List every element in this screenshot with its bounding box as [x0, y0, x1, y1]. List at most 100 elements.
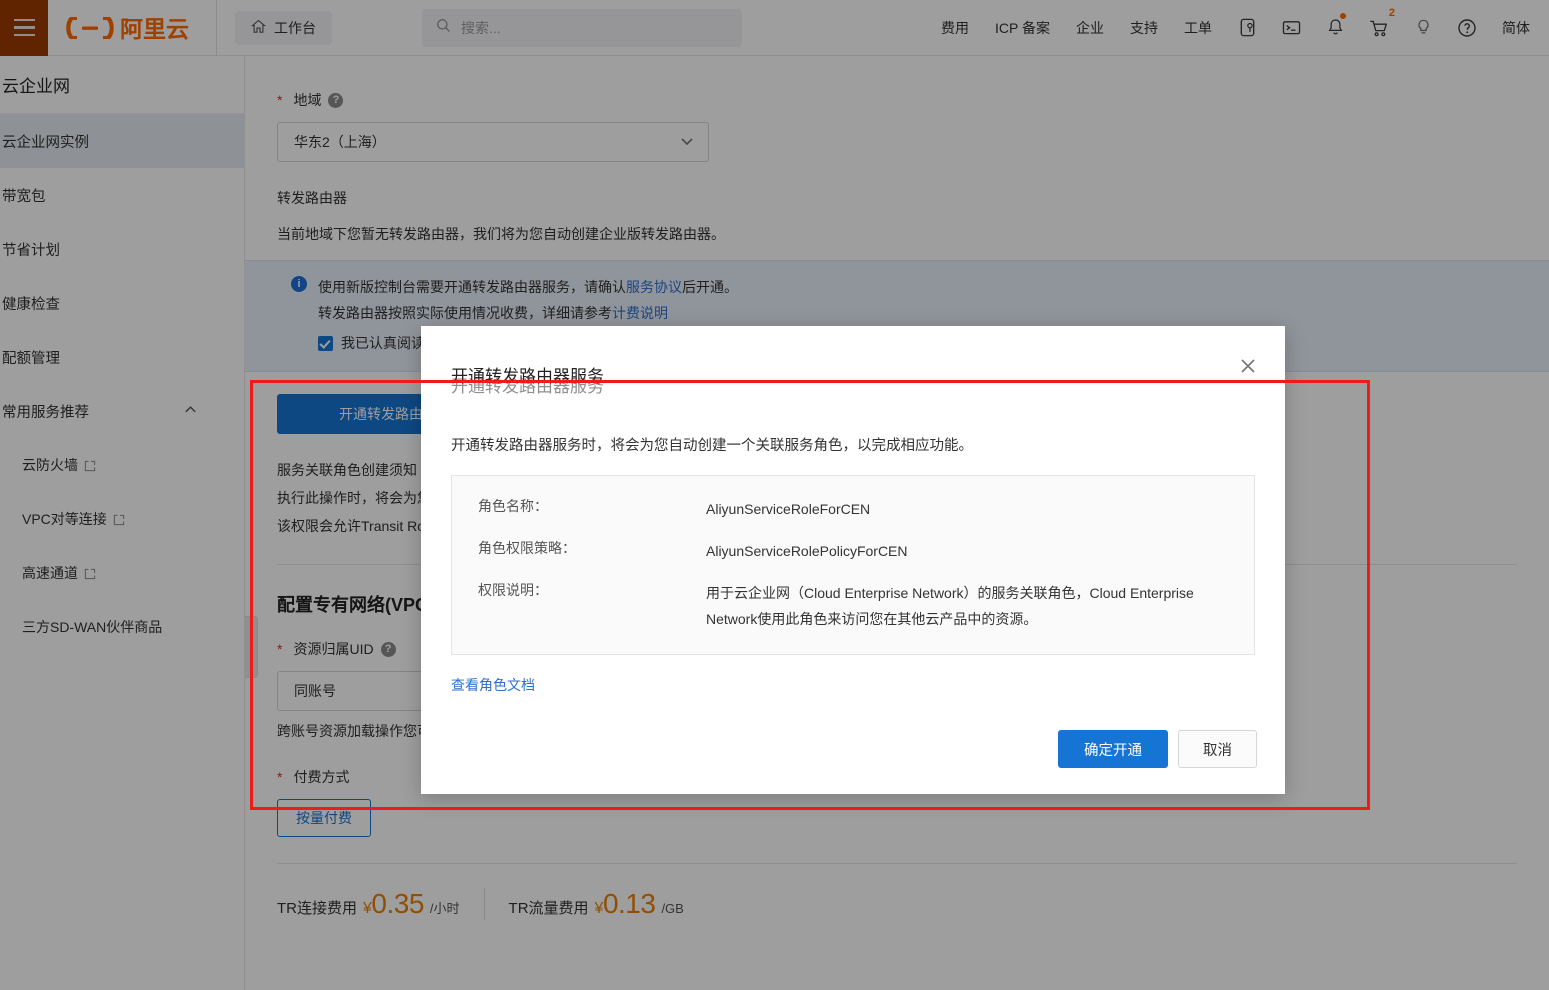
price-label: TR流量费用: [508, 900, 589, 917]
role-row-key: 权限说明：: [478, 582, 548, 598]
app-device-icon[interactable]: [1225, 0, 1269, 56]
view-role-doc-link[interactable]: 查看角色文档: [451, 675, 535, 695]
external-link-icon: [84, 567, 96, 580]
workbench-button[interactable]: 工作台: [235, 10, 332, 45]
left-sidebar: 云企业网 云企业网实例 带宽包 节省计划 健康检查 配额管理 常用服务推荐 云防…: [0, 56, 245, 990]
banner-line1-text-b: 后开通。: [682, 279, 738, 295]
bell-notification-icon[interactable]: [1313, 0, 1357, 56]
open-service-dialog: 开通转发路由器服务 开通转发路由器服务 开通转发路由器服务时，将会为您自动创建一…: [421, 326, 1285, 794]
billing-description-link[interactable]: 计费说明: [612, 305, 668, 321]
agreement-checkbox[interactable]: [318, 335, 333, 351]
role-row-value: 用于云企业网（Cloud Enterprise Network）的服务关联角色，…: [706, 585, 1194, 627]
price-summary-bar: TR连接费用 ¥0.35 /小时 TR流量费用 ¥0.13 /GB: [277, 863, 1517, 920]
required-marker: *: [277, 641, 283, 657]
role-row-key: 角色权限策略：: [478, 540, 576, 556]
language-switch[interactable]: 简体: [1489, 0, 1543, 56]
pay-option-pay-as-you-go[interactable]: 按量付费: [277, 799, 371, 837]
close-icon[interactable]: [1235, 353, 1261, 379]
price-label: TR连接费用: [277, 900, 357, 917]
role-info-row: 角色权限策略： AliyunServiceRolePolicyForCEN: [478, 538, 1228, 564]
header-nav-icp[interactable]: ICP 备案: [982, 0, 1063, 56]
role-info-row: 角色名称： AliyunServiceRoleForCEN: [478, 496, 1228, 522]
region-label-text: 地域: [293, 92, 322, 108]
price-unit: /小时: [429, 901, 460, 916]
region-select[interactable]: 华东2（上海）: [277, 122, 709, 162]
sidebar-item-label: 配额管理: [2, 350, 60, 367]
sidebar-item-bandwidth-package[interactable]: 带宽包: [0, 168, 244, 222]
search-input[interactable]: [461, 19, 728, 36]
aliyun-logo[interactable]: 阿里云: [48, 0, 217, 56]
header-nav-enterprise[interactable]: 企业: [1063, 0, 1117, 56]
banner-line1-text-a: 使用新版控制台需要开通转发路由器服务，请确认: [318, 279, 626, 295]
uid-label-text: 资源归属UID: [293, 641, 374, 657]
header-nav-ticket[interactable]: 工单: [1171, 0, 1225, 56]
header-nav-fee[interactable]: 费用: [928, 0, 982, 56]
lightbulb-idea-icon[interactable]: [1401, 0, 1445, 56]
sidebar-item-cen-instance[interactable]: 云企业网实例: [0, 114, 244, 168]
global-search[interactable]: [422, 8, 742, 47]
sidebar-item-health-check[interactable]: 健康检查: [0, 276, 244, 330]
sidebar-item-label: 健康检查: [2, 296, 60, 313]
region-field-label: * 地域 ?: [277, 90, 1517, 110]
service-agreement-link[interactable]: 服务协议: [626, 279, 682, 295]
chevron-left-icon: ‹: [249, 641, 253, 653]
help-tooltip-icon[interactable]: ?: [328, 92, 344, 108]
notification-badge-dot: [1340, 12, 1346, 19]
top-header: 阿里云 工作台 费用 ICP 备案 企业 支持 工单: [0, 0, 1549, 56]
pay-label-text: 付费方式: [293, 769, 350, 785]
external-link-icon: [84, 459, 96, 472]
sidebar-item-label: 云企业网实例: [2, 134, 89, 151]
tr-section-label: 转发路由器: [277, 190, 347, 206]
price-number: 0.13: [602, 888, 656, 919]
hamburger-icon[interactable]: [0, 0, 48, 56]
banner-line-1: 使用新版控制台需要开通转发路由器服务，请确认服务协议后开通。: [318, 274, 738, 300]
sidebar-item-cloud-firewall[interactable]: 云防火墙: [0, 438, 244, 492]
search-icon: [436, 18, 451, 38]
screen: 阿里云 工作台 费用 ICP 备案 企业 支持 工单: [0, 0, 1549, 990]
sidebar-collapse-handle[interactable]: ‹: [245, 616, 258, 678]
currency-symbol: ¥: [594, 900, 604, 917]
home-icon: [250, 19, 267, 37]
sidebar-sub-label: 云防火墙: [22, 457, 78, 473]
price-number: 0.35: [371, 888, 424, 919]
price-item-tr-traffic: TR流量费用 ¥0.13 /GB: [483, 888, 708, 920]
cart-badge-count: 2: [1388, 6, 1395, 19]
sidebar-group-recommended-services[interactable]: 常用服务推荐: [0, 384, 244, 438]
sidebar-sub-label: 三方SD-WAN伙伴商品: [22, 619, 163, 635]
header-right-group: 费用 ICP 备案 企业 支持 工单 2 简体: [928, 0, 1549, 56]
help-circle-icon[interactable]: [1445, 0, 1489, 56]
role-row-value: AliyunServiceRolePolicyForCEN: [706, 543, 908, 559]
required-marker: *: [277, 92, 283, 108]
dialog-lead-text: 开通转发路由器服务时，将会为您自动创建一个关联服务角色，以完成相应功能。: [451, 438, 973, 454]
price-amount: ¥0.35: [363, 888, 424, 920]
external-link-icon: [113, 513, 125, 526]
role-info-row: 权限说明： 用于云企业网（Cloud Enterprise Network）的服…: [478, 580, 1228, 632]
sidebar-item-quota-management[interactable]: 配额管理: [0, 330, 244, 384]
sidebar-item-vpc-peering[interactable]: VPC对等连接: [0, 492, 244, 546]
role-row-key: 角色名称：: [478, 498, 548, 514]
cloudshell-terminal-icon[interactable]: [1269, 0, 1313, 56]
sidebar-title: 云企业网: [0, 56, 244, 114]
help-tooltip-icon[interactable]: ?: [380, 641, 396, 657]
workbench-label: 工作台: [274, 19, 316, 36]
sidebar-item-label: 带宽包: [2, 188, 46, 205]
cancel-button[interactable]: 取消: [1178, 730, 1257, 768]
header-nav-support[interactable]: 支持: [1117, 0, 1171, 56]
sidebar-item-sdwan-partner[interactable]: 三方SD-WAN伙伴商品: [0, 600, 244, 654]
role-row-value: AliyunServiceRoleForCEN: [706, 501, 871, 517]
shopping-cart-icon[interactable]: 2: [1357, 0, 1401, 56]
banner-line-2: 转发路由器按照实际使用情况收费，详细请参考计费说明: [318, 300, 738, 326]
uid-hint-text-a: 跨账号资源加载操作您可以: [277, 723, 445, 739]
chevron-up-icon: [183, 402, 198, 421]
dialog-title-ghost: 开通转发路由器服务: [451, 377, 604, 396]
sidebar-item-savings-plan[interactable]: 节省计划: [0, 222, 244, 276]
role-info-box: 角色名称： AliyunServiceRoleForCEN 角色权限策略： Al…: [451, 475, 1255, 655]
confirm-open-button[interactable]: 确定开通: [1058, 730, 1168, 768]
info-circle-icon: i: [291, 276, 307, 292]
required-marker: *: [277, 769, 283, 785]
dialog-body: 开通转发路由器服务时，将会为您自动创建一个关联服务角色，以完成相应功能。 角色名…: [451, 434, 1255, 695]
sidebar-group-label: 常用服务推荐: [2, 404, 89, 421]
price-amount: ¥0.13: [595, 888, 656, 920]
dialog-footer: 确定开通 取消: [1058, 730, 1257, 768]
sidebar-item-express-connect[interactable]: 高速通道: [0, 546, 244, 600]
